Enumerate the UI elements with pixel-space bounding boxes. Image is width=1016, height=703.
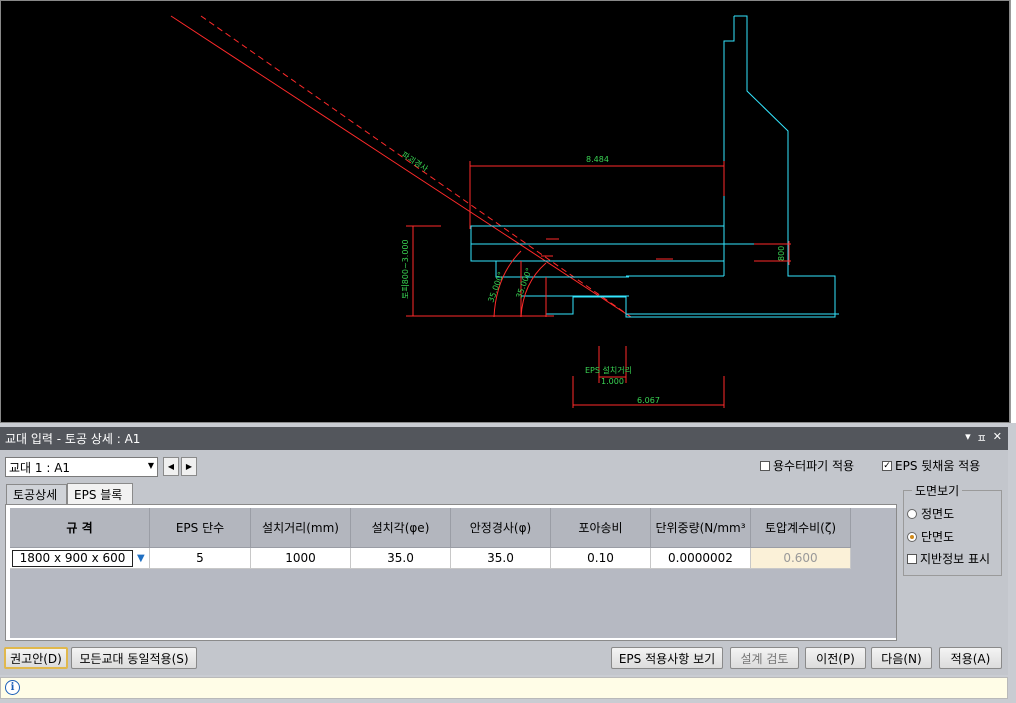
prev-button[interactable]: 이전(P) — [805, 647, 866, 669]
header-pressure-ratio[interactable]: 토압계수비(ζ) — [751, 508, 851, 548]
next-button[interactable]: 다음(N) — [871, 647, 932, 669]
header-spec[interactable]: 규 격 — [10, 508, 150, 548]
angle-label-2: 35.000° — [514, 267, 533, 300]
checkbox-box[interactable] — [907, 553, 917, 564]
grid-body: 규 격 EPS 단수 설치거리(mm) 설치각(φe) 안정경사(φ) 포아송비… — [10, 508, 896, 638]
arrow-right-icon: ▶ — [185, 462, 193, 471]
dim-1000-text: 1.000 — [601, 377, 624, 386]
header-stable-slope[interactable]: 안정경사(φ) — [451, 508, 551, 548]
header-install-distance[interactable]: 설치거리(mm) — [251, 508, 351, 548]
cell-unit-weight[interactable]: 0.0000002 — [651, 548, 751, 569]
radio-section-view[interactable]: 단면도 — [907, 528, 954, 545]
dim-left-text: 토피800~3.000 — [401, 239, 410, 299]
radio-label: 단면도 — [921, 530, 955, 544]
dim-top-text: 8.484 — [586, 155, 609, 164]
design-check-button[interactable]: 설계 검토 — [730, 647, 799, 669]
angle-label-1: 35.000° — [486, 271, 505, 304]
tab-earthwork-detail[interactable]: 토공상세 — [6, 484, 67, 504]
checkmark-icon[interactable]: ✓ — [882, 460, 892, 471]
cell-poisson[interactable]: 0.10 — [551, 548, 651, 569]
drain-excavation-checkbox[interactable]: 용수터파기 적용 — [760, 457, 854, 474]
ground-info-label: 지반정보 표시 — [920, 552, 991, 566]
cell-pressure-ratio: 0.600 — [751, 548, 851, 569]
view-options-group: 도면보기 정면도 단면도 지반정보 표시 — [903, 482, 1002, 576]
info-bar: i — [0, 677, 1008, 699]
arrow-left-icon: ◀ — [167, 462, 175, 471]
header-poisson[interactable]: 포아송비 — [551, 508, 651, 548]
ground-info-checkbox[interactable]: 지반정보 표시 — [907, 550, 990, 567]
header-unit-weight[interactable]: 단위중량(N/mm³ — [651, 508, 751, 548]
eps-backfill-checkbox[interactable]: ✓ EPS 뒷채움 적용 — [882, 457, 980, 474]
header-install-angle[interactable]: 설치각(φe) — [351, 508, 451, 548]
prev-abutment-button[interactable]: ◀ — [163, 457, 179, 476]
scrollbar-strip[interactable] — [1010, 0, 1016, 423]
close-icon[interactable]: ✕ — [993, 430, 1002, 446]
eps-grid: 규 격 EPS 단수 설치거리(mm) 설치각(φe) 안정경사(φ) 포아송비… — [5, 504, 897, 641]
cell-eps-tiers[interactable]: 5 — [150, 548, 251, 569]
chevron-down-icon[interactable]: ▼ — [137, 553, 145, 564]
cad-drawing-view[interactable]: 8.484 파괴경사 토피800~3.000 35.000° 35.000° 8… — [0, 0, 1010, 423]
abutment-select-value: 교대 1 : A1 — [9, 460, 71, 475]
cad-canvas: 8.484 파괴경사 토피800~3.000 35.000° 35.000° 8… — [170, 15, 839, 408]
chevron-down-icon: ▼ — [147, 461, 154, 470]
window-title: 교대 입력 - 토공 상세 : A1 — [5, 432, 141, 446]
radio-button[interactable] — [907, 508, 917, 519]
radio-label: 정면도 — [921, 507, 955, 521]
dropdown-icon[interactable]: ▾ — [965, 430, 971, 446]
drain-excavation-label: 용수터파기 적용 — [773, 459, 855, 473]
checkbox-box[interactable] — [760, 460, 770, 471]
abutment-select[interactable]: 교대 1 : A1 ▼ — [5, 457, 158, 477]
next-abutment-button[interactable]: ▶ — [181, 457, 197, 476]
apply-all-button[interactable]: 모든교대 동일적용(S) — [71, 647, 197, 669]
tab-label: 토공상세 — [13, 488, 58, 502]
info-icon: i — [5, 680, 20, 695]
tab-label: EPS 블록 — [74, 488, 123, 502]
eps-backfill-label: EPS 뒷채움 적용 — [895, 459, 981, 473]
radio-button-selected[interactable] — [907, 531, 917, 542]
pin-icon[interactable]: ㅍ — [977, 430, 987, 446]
cell-install-angle[interactable]: 35.0 — [351, 548, 451, 569]
dim-bottom-text: 6.067 — [637, 396, 660, 405]
header-eps-tiers[interactable]: EPS 단수 — [150, 508, 251, 548]
eps-view-button[interactable]: EPS 적용사항 보기 — [611, 647, 723, 669]
tab-eps-block[interactable]: EPS 블록 — [67, 483, 133, 505]
cell-stable-slope[interactable]: 35.0 — [451, 548, 551, 569]
radio-front-view[interactable]: 정면도 — [907, 505, 954, 522]
recommend-button[interactable]: 권고안(D) — [4, 647, 68, 669]
view-options-title: 도면보기 — [912, 482, 963, 499]
apply-button[interactable]: 적용(A) — [939, 647, 1002, 669]
slope-label: 파괴경사 — [400, 149, 431, 174]
eps-install-label: EPS 설치거리 — [585, 365, 632, 375]
dim-right-text: 800 — [777, 246, 786, 261]
spec-select[interactable]: 1800 x 900 x 600 — [12, 549, 133, 567]
cell-install-distance[interactable]: 1000 — [251, 548, 351, 569]
panel-titlebar: 교대 입력 - 토공 상세 : A1 ▾ ㅍ ✕ — [0, 427, 1008, 450]
cell-spec[interactable]: 1800 x 900 x 600 ▼ — [10, 548, 150, 569]
